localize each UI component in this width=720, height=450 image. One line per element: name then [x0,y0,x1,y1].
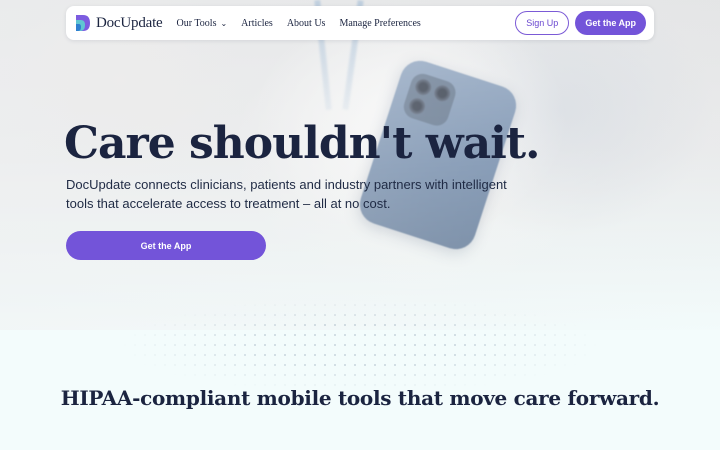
brand-name: DocUpdate [96,14,163,31]
nav-item-label: Manage Preferences [339,17,421,29]
nav-item-label: Our Tools [176,17,217,29]
brand-logo-link[interactable]: DocUpdate [74,14,163,32]
get-app-hero-button[interactable]: Get the App [66,231,266,260]
sign-up-button[interactable]: Sign Up [515,11,570,35]
nav-item-about-us[interactable]: About Us [287,18,326,29]
nav-item-manage-preferences[interactable]: Manage Preferences [339,18,420,29]
hero-subtitle: DocUpdate connects clinicians, patients … [66,177,507,211]
features-heading: HIPAA-compliant mobile tools that move c… [60,386,660,410]
nav-item-label: Articles [241,17,273,29]
nav-item-articles[interactable]: Articles [241,18,273,29]
hero-title: Care shouldn't wait. [64,118,540,169]
get-app-nav-button[interactable]: Get the App [575,11,646,35]
nav-actions: Sign Up Get the App [515,11,646,35]
nav-item-our-tools[interactable]: Our Tools ⌄ [177,18,228,29]
chevron-down-icon: ⌄ [220,18,228,28]
nav-links: Our Tools ⌄ Articles About Us Manage Pre… [177,18,435,29]
dot-pattern [0,290,720,400]
top-navbar: DocUpdate Our Tools ⌄ Articles About Us … [66,6,654,40]
nav-item-label: About Us [286,17,326,29]
docupdate-logo-icon [76,15,90,31]
